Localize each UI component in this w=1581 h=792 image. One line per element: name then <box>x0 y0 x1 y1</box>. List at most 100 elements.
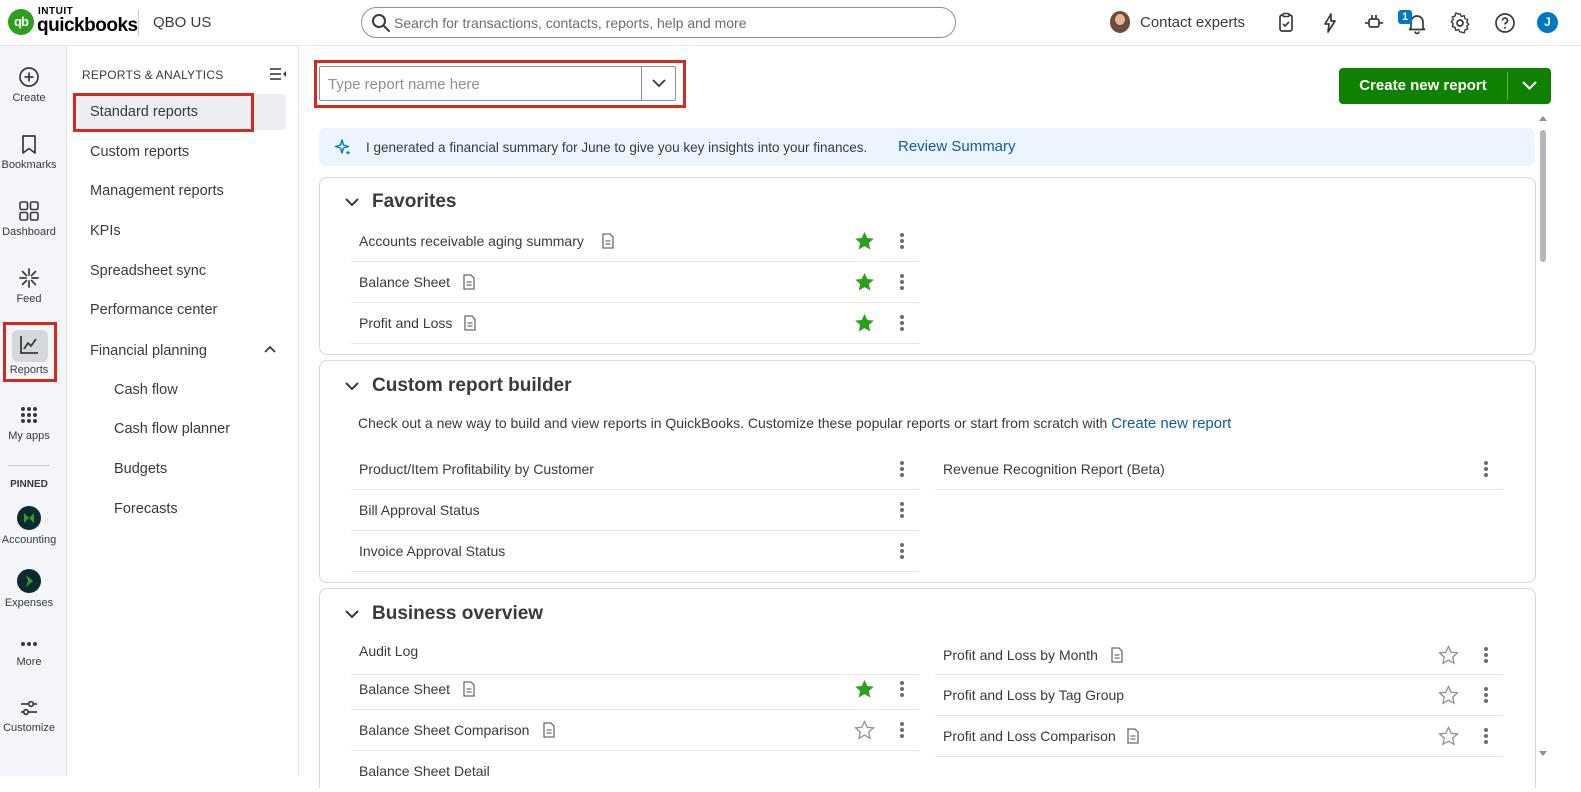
logo-brand-text[interactable]: quickbooks <box>37 15 138 37</box>
kebab-menu-icon[interactable] <box>899 232 905 250</box>
rail-customize[interactable]: Customize <box>0 698 58 734</box>
report-name[interactable]: Balance Sheet <box>359 681 450 697</box>
report-name[interactable]: Profit and Loss by Month <box>943 647 1098 663</box>
favorite-star-filled-icon[interactable] <box>854 679 875 699</box>
main-scrollbar[interactable] <box>1537 113 1549 763</box>
rail-reports[interactable]: Reports <box>0 334 58 376</box>
nav-custom-reports[interactable]: Custom reports <box>90 144 189 160</box>
create-report-dropdown[interactable] <box>1508 68 1551 104</box>
report-row[interactable]: Accounts receivable aging summary <box>351 221 919 262</box>
kebab-menu-icon[interactable] <box>899 314 905 332</box>
scroll-up-arrow-icon[interactable] <box>1537 113 1549 123</box>
clipboard-icon[interactable] <box>1274 11 1298 35</box>
quickbooks-logo-icon[interactable]: qb <box>8 9 34 35</box>
favorite-star-filled-icon[interactable] <box>854 231 875 251</box>
report-search-input[interactable] <box>328 74 638 94</box>
nav-kpis[interactable]: KPIs <box>90 223 121 239</box>
rail-more[interactable]: More <box>0 636 58 668</box>
nav-cash-flow[interactable]: Cash flow <box>114 382 178 398</box>
custom-builder-chevron-icon[interactable] <box>344 380 360 392</box>
nav-cash-flow-planner[interactable]: Cash flow planner <box>114 421 230 437</box>
report-name[interactable]: Profit and Loss Comparison <box>943 728 1116 744</box>
favorites-title[interactable]: Favorites <box>372 191 456 213</box>
report-name[interactable]: Invoice Approval Status <box>359 543 505 559</box>
rail-my-apps[interactable]: My apps <box>0 404 58 442</box>
report-name[interactable]: Revenue Recognition Report (Beta) <box>943 461 1165 477</box>
kebab-menu-icon[interactable] <box>899 273 905 291</box>
gear-icon[interactable] <box>1448 11 1472 35</box>
help-icon[interactable] <box>1493 11 1517 35</box>
kebab-menu-icon[interactable] <box>1483 646 1489 664</box>
report-name[interactable]: Product/Item Profitability by Customer <box>359 461 594 477</box>
nav-performance-center[interactable]: Performance center <box>90 302 217 318</box>
report-row[interactable]: Bill Approval Status <box>351 490 919 531</box>
favorites-chevron-icon[interactable] <box>344 196 360 208</box>
business-overview-title[interactable]: Business overview <box>372 603 543 625</box>
kebab-menu-icon[interactable] <box>899 542 905 560</box>
nav-financial-planning[interactable]: Financial planning <box>90 343 207 359</box>
favorite-star-outline-icon[interactable] <box>854 720 875 740</box>
report-row[interactable]: Profit and Loss <box>351 303 919 344</box>
report-row[interactable]: Balance Sheet Comparison <box>351 710 919 751</box>
report-name[interactable]: Audit Log <box>359 643 418 659</box>
user-avatar[interactable]: J <box>1537 12 1558 33</box>
rail-dashboard[interactable]: Dashboard <box>0 200 58 238</box>
kebab-menu-icon[interactable] <box>1483 686 1489 704</box>
nav-spreadsheet-sync[interactable]: Spreadsheet sync <box>90 263 206 279</box>
rail-expenses[interactable]: Expenses <box>0 569 58 609</box>
custom-builder-title[interactable]: Custom report builder <box>372 375 572 397</box>
kebab-menu-icon[interactable] <box>899 721 905 739</box>
favorite-star-outline-icon[interactable] <box>1438 645 1459 665</box>
report-row[interactable]: Profit and Loss by Tag Group <box>935 675 1503 716</box>
report-row[interactable]: Balance Sheet <box>351 262 919 303</box>
kebab-menu-icon[interactable] <box>899 680 905 698</box>
kebab-menu-icon[interactable] <box>1483 460 1489 478</box>
contact-experts-label: Contact experts <box>1140 14 1246 31</box>
report-name[interactable]: Balance Sheet <box>359 274 450 290</box>
kebab-menu-icon[interactable] <box>899 460 905 478</box>
nav-standard-reports[interactable]: Standard reports <box>90 104 198 120</box>
scrollbar-thumb[interactable] <box>1540 130 1546 262</box>
business-overview-chevron-icon[interactable] <box>344 608 360 620</box>
report-search-combobox[interactable] <box>319 66 676 101</box>
report-row[interactable]: Balance Sheet Detail <box>351 751 919 792</box>
chevron-up-icon[interactable] <box>263 344 277 354</box>
company-name[interactable]: QBO US <box>153 14 211 31</box>
favorite-star-outline-icon[interactable] <box>1438 685 1459 705</box>
kebab-menu-icon[interactable] <box>899 501 905 519</box>
chevron-down-icon[interactable] <box>651 76 667 90</box>
report-name[interactable]: Bill Approval Status <box>359 502 480 518</box>
collapse-menu-icon[interactable] <box>269 66 287 82</box>
plug-icon[interactable] <box>1362 11 1386 35</box>
favorite-star-outline-icon[interactable] <box>1438 726 1459 746</box>
report-name[interactable]: Accounts receivable aging summary <box>359 233 584 249</box>
rail-bookmarks[interactable]: Bookmarks <box>0 133 58 171</box>
rail-create[interactable]: Create <box>0 66 58 104</box>
report-row[interactable]: Profit and Loss by Month <box>935 634 1503 675</box>
rail-accounting[interactable]: Accounting <box>0 506 58 546</box>
global-search-input[interactable] <box>394 12 944 34</box>
report-name[interactable]: Profit and Loss by Tag Group <box>943 687 1124 703</box>
report-row[interactable]: Balance Sheet <box>351 669 919 710</box>
report-name[interactable]: Balance Sheet Comparison <box>359 722 529 738</box>
nav-management-reports[interactable]: Management reports <box>90 183 224 199</box>
report-row[interactable]: Product/Item Profitability by Customer <box>351 449 919 490</box>
report-row[interactable]: Revenue Recognition Report (Beta) <box>935 449 1503 490</box>
review-summary-link[interactable]: Review Summary <box>898 138 1016 155</box>
create-new-report-button[interactable]: Create new report <box>1339 68 1551 104</box>
create-new-report-link[interactable]: Create new report <box>1111 415 1231 432</box>
create-new-report-label[interactable]: Create new report <box>1339 68 1507 104</box>
favorite-star-filled-icon[interactable] <box>854 272 875 292</box>
report-name[interactable]: Profit and Loss <box>359 315 452 331</box>
report-name[interactable]: Balance Sheet Detail <box>359 763 490 779</box>
nav-budgets[interactable]: Budgets <box>114 461 167 477</box>
kebab-menu-icon[interactable] <box>1483 727 1489 745</box>
nav-forecasts[interactable]: Forecasts <box>114 501 178 517</box>
favorite-star-filled-icon[interactable] <box>854 313 875 333</box>
global-search[interactable] <box>361 7 956 38</box>
report-row[interactable]: Profit and Loss Comparison <box>935 716 1503 757</box>
report-row[interactable]: Invoice Approval Status <box>351 531 919 572</box>
rail-feed[interactable]: Feed <box>0 267 58 305</box>
lightning-icon[interactable] <box>1318 11 1342 35</box>
scroll-down-arrow-icon[interactable] <box>1537 749 1549 759</box>
